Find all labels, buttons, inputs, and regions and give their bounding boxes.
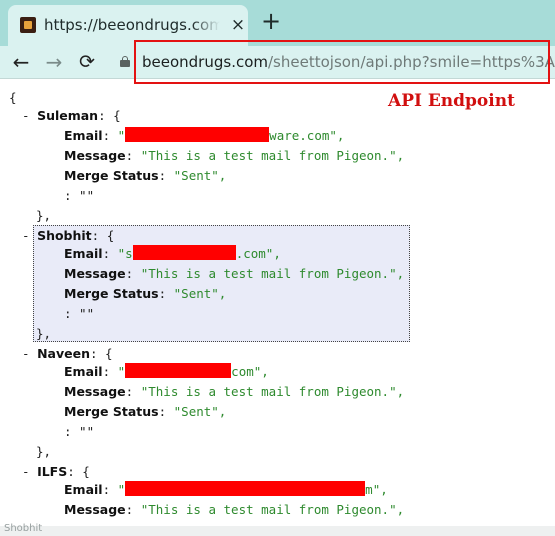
json-record-header[interactable]: - Shobhit: { xyxy=(22,226,114,246)
status-bar-text: Shobhit xyxy=(4,523,43,534)
redacted-block xyxy=(125,127,270,142)
json-record-header[interactable]: - ILFS: { xyxy=(22,462,90,482)
record-closing-brace: }, xyxy=(36,208,52,223)
empty-field: : "" xyxy=(64,306,95,321)
new-tab-icon[interactable]: + xyxy=(260,9,282,33)
record-name: ILFS xyxy=(37,464,68,479)
record-closing-brace: }, xyxy=(36,444,52,459)
forward-arrow-icon[interactable]: → xyxy=(42,50,66,74)
email-field: Email: "s .com", xyxy=(64,245,281,261)
json-open-brace: { xyxy=(9,90,17,105)
message-field: Message: "This is a test mail from Pigeo… xyxy=(64,266,405,281)
record-name: Shobhit xyxy=(37,228,92,243)
record-closing-brace: }, xyxy=(36,326,52,341)
api-endpoint-label: API Endpoint xyxy=(388,91,515,111)
redacted-block xyxy=(132,245,236,260)
merge-status-field: Merge Status: "Sent", xyxy=(64,286,227,301)
close-tab-icon[interactable]: × xyxy=(230,17,246,34)
json-record-header[interactable]: - Naveen: { xyxy=(22,344,113,364)
record-name: Suleman xyxy=(37,108,99,123)
redacted-block xyxy=(125,481,366,496)
email-field: Email: " m", xyxy=(64,481,388,497)
lock-icon[interactable] xyxy=(120,56,130,67)
merge-status-field: Merge Status: "Sent", xyxy=(64,404,227,419)
message-field: Message: "This is a test mail from Pigeo… xyxy=(64,502,405,517)
back-arrow-icon[interactable]: ← xyxy=(9,50,33,74)
reload-icon[interactable]: ⟳ xyxy=(75,50,99,74)
empty-field: : "" xyxy=(64,188,95,203)
email-field: Email: " ware.com", xyxy=(64,127,345,143)
site-favicon-icon xyxy=(20,17,36,33)
api-endpoint-highlight-box xyxy=(134,40,550,84)
record-name: Naveen xyxy=(37,346,90,361)
redacted-block xyxy=(125,363,232,378)
merge-status-field: Merge Status: "Sent", xyxy=(64,168,227,183)
tab-title: https://beeondrugs.com/sheettojson xyxy=(44,16,220,36)
message-field: Message: "This is a test mail from Pigeo… xyxy=(64,384,405,399)
message-field: Message: "This is a test mail from Pigeo… xyxy=(64,148,405,163)
status-bar: Shobhit xyxy=(0,523,555,536)
empty-field: : "" xyxy=(64,424,95,439)
json-record-header[interactable]: - Suleman: { xyxy=(22,106,121,126)
email-field: Email: " com", xyxy=(64,363,269,379)
